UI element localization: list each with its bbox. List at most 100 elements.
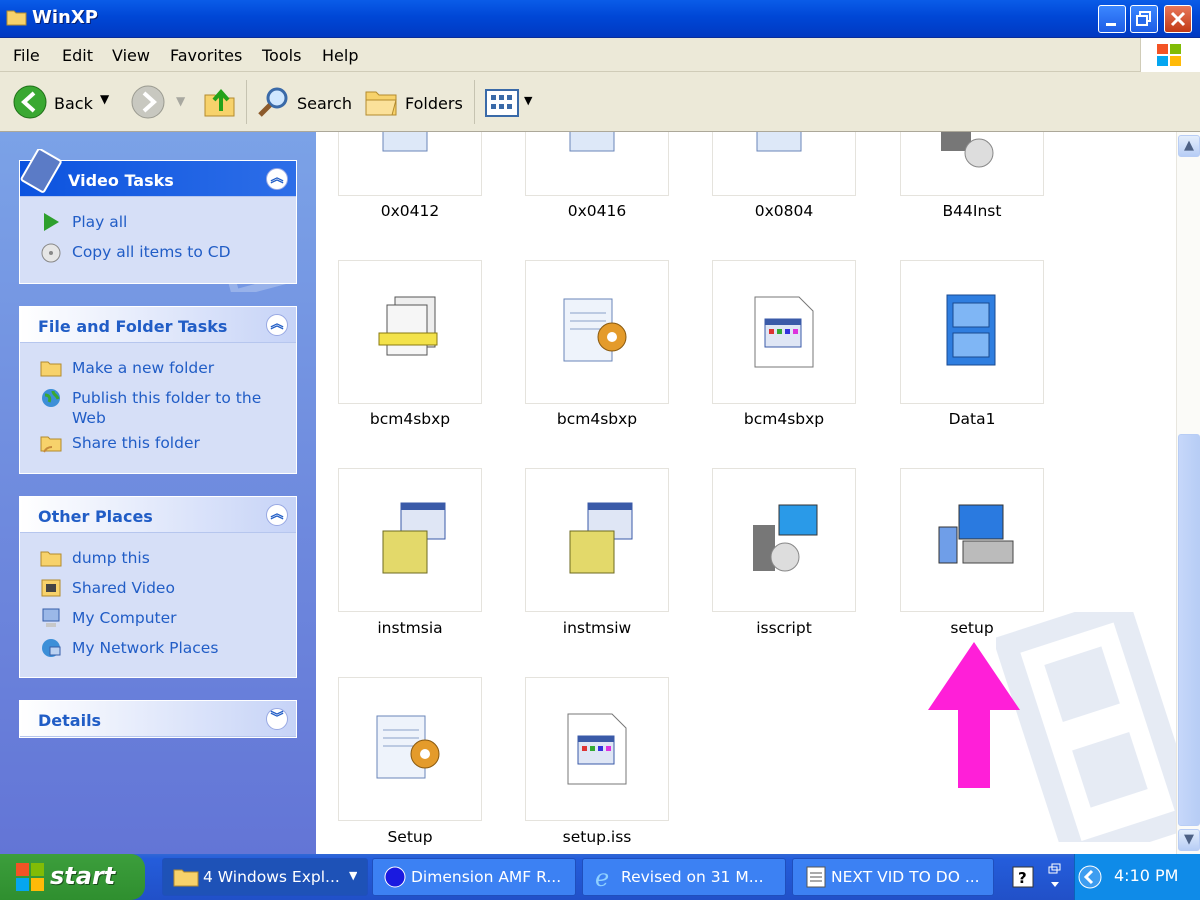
- menu-view[interactable]: View: [112, 46, 150, 65]
- new-folder-icon: [40, 361, 62, 377]
- file-tile[interactable]: [338, 132, 482, 196]
- taskbar-button-ie[interactable]: e Revised on 31 M...: [582, 858, 786, 896]
- details-title: Details: [38, 711, 102, 730]
- menu-edit[interactable]: Edit: [62, 46, 93, 65]
- share-folder-link[interactable]: Share this folder: [72, 433, 282, 453]
- search-label: Search: [297, 94, 352, 113]
- other-places-title: Other Places: [38, 507, 153, 526]
- taskbar-label: 4 Windows Expl...: [203, 868, 340, 886]
- help-icon[interactable]: ?: [1012, 866, 1034, 888]
- search-icon: [258, 87, 288, 117]
- annotation-arrow-icon: [928, 642, 1020, 788]
- file-tile[interactable]: [338, 468, 482, 612]
- file-folder-tasks-header[interactable]: File and Folder Tasks ︽: [20, 307, 296, 343]
- make-new-folder-link[interactable]: Make a new folder: [72, 358, 282, 378]
- cd-setup-icon: [941, 132, 994, 168]
- file-name: 0x0412: [380, 202, 440, 220]
- restore-windows-icon[interactable]: [1046, 862, 1064, 892]
- menu-help[interactable]: Help: [322, 46, 358, 65]
- documents-stack-icon: [378, 296, 438, 356]
- file-name: setup.iss: [562, 828, 632, 846]
- play-all-link[interactable]: Play all: [72, 212, 282, 232]
- file-cabinet-icon: [946, 294, 996, 366]
- close-button[interactable]: [1164, 5, 1192, 33]
- search-button[interactable]: Search: [254, 82, 354, 122]
- film-icon: [20, 149, 62, 193]
- up-folder-icon[interactable]: [203, 85, 237, 119]
- views-icon: [485, 89, 519, 117]
- views-dropdown-icon: ▼: [524, 94, 533, 107]
- windows-logo-icon: [1140, 38, 1200, 72]
- dropdown-arrow-icon[interactable]: ▼: [100, 92, 109, 106]
- taskbar-button-dimension[interactable]: Dimension AMF R...: [372, 858, 576, 896]
- details-panel: Details ︾: [19, 700, 297, 738]
- folders-button[interactable]: Folders: [362, 82, 463, 122]
- start-button[interactable]: start: [0, 854, 145, 900]
- menu-favorites[interactable]: Favorites: [170, 46, 242, 65]
- restore-button[interactable]: [1130, 5, 1158, 33]
- minimize-button[interactable]: [1098, 5, 1126, 33]
- other-places-header[interactable]: Other Places ︽: [20, 497, 296, 533]
- back-button[interactable]: Back ▼: [12, 82, 122, 122]
- shared-video-icon: [41, 579, 61, 597]
- my-computer-icon: [42, 608, 60, 627]
- my-computer-link[interactable]: My Computer: [72, 608, 282, 628]
- file-name: 0x0804: [754, 202, 814, 220]
- file-name: 0x0416: [567, 202, 627, 220]
- vertical-scrollbar[interactable]: ▲ ▼: [1176, 132, 1200, 854]
- file-tile[interactable]: [525, 132, 669, 196]
- start-label: start: [50, 862, 116, 890]
- collapse-chevron-icon[interactable]: ︽: [266, 168, 288, 190]
- folder-icon: [40, 551, 62, 567]
- file-name: bcm4sbxp: [369, 410, 451, 428]
- forward-arrow-icon[interactable]: [130, 84, 166, 120]
- collapse-chevron-icon[interactable]: ︽: [266, 314, 288, 336]
- collapse-chevron-icon[interactable]: ︽: [266, 504, 288, 526]
- copy-to-cd-icon: [41, 243, 61, 263]
- publish-web-link[interactable]: Publish this folder to the Web: [72, 388, 282, 428]
- scroll-thumb[interactable]: [1178, 434, 1200, 826]
- file-name: Data1: [948, 410, 996, 428]
- notepad-gear-icon: [563, 298, 627, 362]
- app-file-icon: [754, 296, 814, 368]
- file-tile[interactable]: [900, 260, 1044, 404]
- dump-this-link[interactable]: dump this: [72, 548, 282, 568]
- scroll-up-icon[interactable]: ▲: [1178, 135, 1200, 157]
- taskbar-label: Revised on 31 M...: [621, 868, 764, 886]
- other-places-panel: Other Places ︽ dump this Shared Video My…: [19, 496, 297, 678]
- copy-to-cd-link[interactable]: Copy all items to CD: [72, 242, 282, 262]
- file-tile[interactable]: [338, 677, 482, 821]
- clock: 4:10 PM: [1114, 866, 1179, 885]
- file-tile[interactable]: [712, 468, 856, 612]
- menu-tools[interactable]: Tools: [262, 46, 301, 65]
- taskbar-button-explorer[interactable]: 4 Windows Expl... ▼: [162, 858, 368, 896]
- tray-expand-icon[interactable]: [1077, 864, 1103, 890]
- file-name: instmsiw: [562, 619, 632, 637]
- network-places-link[interactable]: My Network Places: [72, 638, 282, 658]
- taskbar-button-notepad[interactable]: NEXT VID TO DO ...: [792, 858, 994, 896]
- forward-dropdown-icon[interactable]: ▼: [176, 94, 185, 108]
- file-tile[interactable]: [712, 260, 856, 404]
- video-tasks-header[interactable]: Video Tasks ︽: [20, 149, 296, 197]
- file-tile[interactable]: [712, 132, 856, 196]
- details-header[interactable]: Details ︾: [20, 701, 296, 737]
- shared-video-link[interactable]: Shared Video: [72, 578, 282, 598]
- video-tasks-title: Video Tasks: [68, 171, 174, 190]
- file-name: isscript: [756, 619, 812, 637]
- dropdown-arrow-icon: ▼: [349, 869, 358, 882]
- scroll-down-icon[interactable]: ▼: [1178, 829, 1200, 851]
- file-tile[interactable]: [338, 260, 482, 404]
- app-file-icon: [567, 713, 627, 785]
- file-tile[interactable]: [525, 677, 669, 821]
- file-tile[interactable]: [525, 260, 669, 404]
- file-tile[interactable]: [525, 468, 669, 612]
- menu-file[interactable]: File: [13, 46, 40, 65]
- folders-label: Folders: [405, 94, 463, 113]
- notepad-gear-icon: [382, 132, 428, 152]
- notepad-gear-icon: [376, 715, 440, 779]
- expand-chevron-icon[interactable]: ︾: [266, 708, 288, 730]
- file-tile[interactable]: [900, 468, 1044, 612]
- file-tile[interactable]: [900, 132, 1044, 196]
- video-tasks-panel: Video Tasks ︽ Play all Copy all items to…: [19, 149, 297, 284]
- views-button[interactable]: ▼: [484, 88, 536, 118]
